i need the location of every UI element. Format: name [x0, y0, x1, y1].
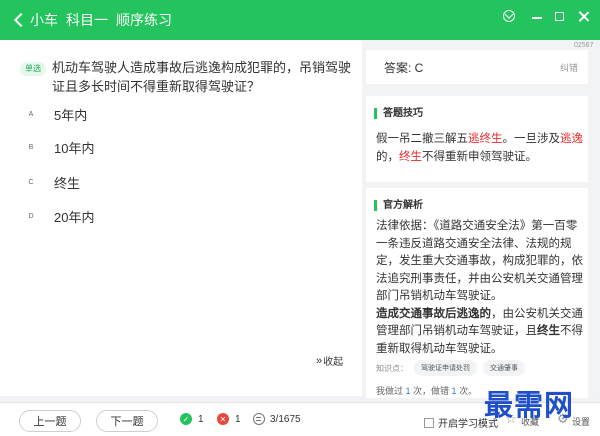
- option-text: 终生: [54, 175, 81, 191]
- back-arrow-icon[interactable]: [8, 9, 30, 31]
- prev-question-button[interactable]: 上一题: [19, 410, 81, 432]
- app-title: 小车: [30, 12, 58, 28]
- next-question-button[interactable]: 下一题: [96, 410, 158, 432]
- tips-card: 答题技巧 假一吊二撤三解五逃终生。一旦涉及逃逸的，终生不得重新申领驾驶证。: [366, 96, 588, 182]
- close-icon: [578, 11, 589, 22]
- question-panel: 单选 机动车驾驶人造成事故后逃逸构成犯罪的，吊销驾驶证且多长时间不得重新取得驾驶…: [0, 40, 362, 396]
- mode-title: 顺序练习: [116, 12, 172, 28]
- answer-text: 答案: C: [384, 61, 424, 75]
- study-mode-checkbox[interactable]: [424, 417, 434, 428]
- knowledge-tag[interactable]: 驾驶证申请处罚: [414, 360, 477, 376]
- collapse-label: 收起: [323, 357, 344, 368]
- close-button[interactable]: [570, 5, 596, 27]
- practice-history: 我做过 1 次，做错 1 次。: [376, 386, 478, 396]
- settings-label[interactable]: 设置: [572, 415, 590, 428]
- option-letter: C: [28, 178, 34, 186]
- correct-count: ✓ 1: [180, 413, 204, 425]
- question-type-badge: 单选: [20, 62, 46, 76]
- maximize-icon: [554, 11, 564, 21]
- x-icon: ✕: [217, 413, 229, 425]
- option-text: 20年内: [54, 209, 95, 225]
- knowledge-tag[interactable]: 交通肇事: [483, 360, 525, 376]
- list-icon: [253, 413, 265, 425]
- option-letter: B: [28, 143, 34, 151]
- explanation-heading: 官方解析: [374, 200, 423, 211]
- option-text: 10年内: [54, 140, 95, 156]
- collapse-button[interactable]: » 收起: [316, 353, 344, 369]
- option-d[interactable]: D 20年内: [18, 202, 218, 230]
- progress-indicator[interactable]: 3/1675: [253, 413, 301, 425]
- minimize-icon: [532, 17, 542, 19]
- knowledge-label: 知识点：: [376, 363, 408, 373]
- tips-heading: 答题技巧: [374, 108, 423, 119]
- option-a[interactable]: A 5年内: [18, 100, 218, 128]
- title-bar: 小车 科目一 顺序练习: [0, 0, 600, 40]
- option-c[interactable]: C 终生: [18, 168, 218, 196]
- option-letter: D: [28, 212, 34, 220]
- explanation-card: 官方解析 法律依据：《道路交通安全法》第一百零一条违反道路交通安全法律、法规的规…: [366, 188, 588, 398]
- option-b[interactable]: B 10年内: [18, 133, 218, 161]
- menu-button[interactable]: [496, 5, 522, 27]
- collapse-icon: »: [316, 354, 322, 367]
- explanation-text: 法律依据：《道路交通安全法》第一百零一条违反道路交通安全法律、法规的规定，发生重…: [376, 220, 583, 355]
- site-watermark: 最需网: [484, 388, 575, 422]
- report-error-button[interactable]: 纠错: [560, 61, 578, 74]
- knowledge-points: 知识点： 驾驶证申请处罚 交通肇事: [376, 360, 531, 376]
- question-id: 02567: [574, 42, 594, 49]
- option-text: 5年内: [54, 107, 88, 123]
- answer-card: 答案: C 纠错: [366, 50, 588, 84]
- question-text: 机动车驾驶人造成事故后逃逸构成犯罪的，吊销驾驶证且多长时间不得重新取得驾驶证？: [52, 60, 352, 94]
- menu-icon: [503, 10, 515, 22]
- tips-text: 假一吊二撤三解五逃终生。一旦涉及逃逸的，终生不得重新申领驾驶证。: [376, 133, 583, 163]
- check-icon: ✓: [180, 413, 192, 425]
- wrong-count: ✕ 1: [217, 413, 241, 425]
- maximize-button[interactable]: [546, 5, 572, 27]
- option-letter: A: [28, 110, 34, 118]
- subject-title: 科目一: [66, 12, 108, 28]
